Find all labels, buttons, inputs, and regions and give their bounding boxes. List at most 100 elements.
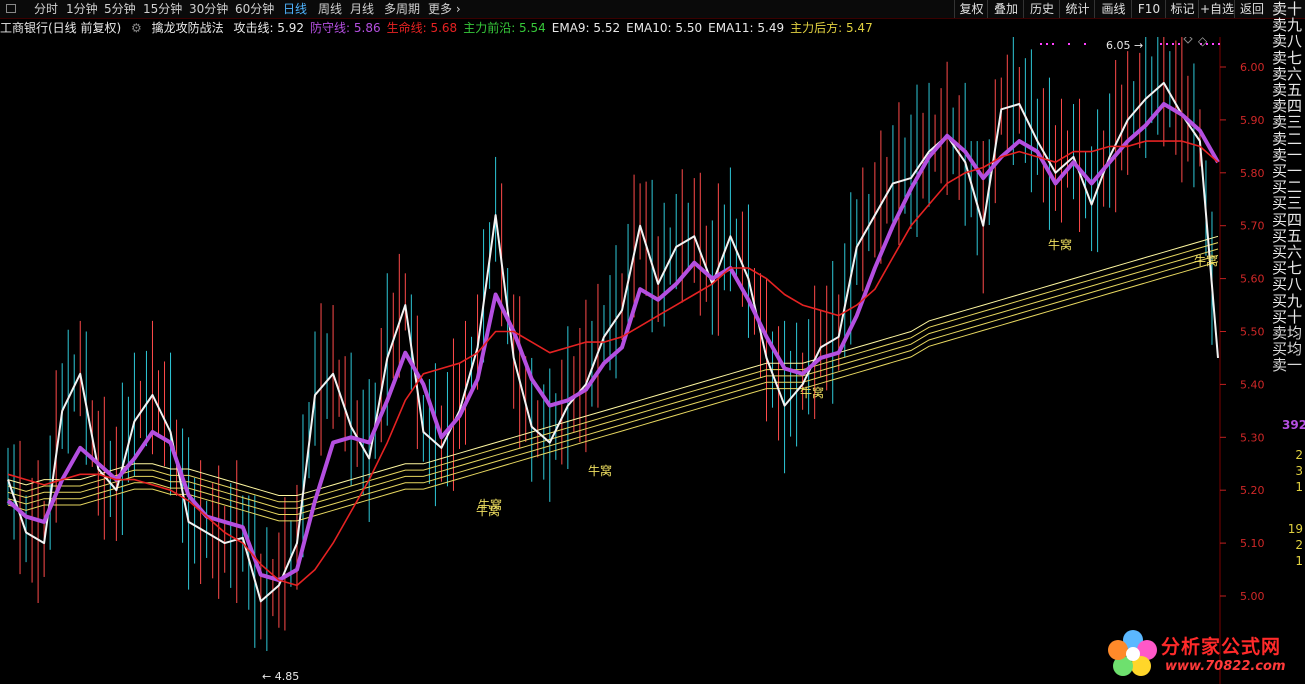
orderbook-row-label: 卖五 — [1272, 82, 1303, 98]
marker-dot — [1172, 43, 1174, 45]
orderbook-row-label: 买一 — [1272, 163, 1303, 179]
indicator-value: EMA11: 5.49 — [708, 21, 785, 35]
tab-timeframe[interactable]: 月线 — [350, 0, 374, 18]
orderbook-volume: 1 — [1295, 480, 1303, 494]
orderbook-row-label: 卖二 — [1272, 130, 1303, 147]
marker-dot — [1178, 43, 1180, 45]
indicator-settings-icon[interactable]: ⚙ — [131, 21, 142, 35]
series-line-1 — [6, 102, 1220, 583]
diamond-icon[interactable] — [1183, 37, 1193, 44]
orderbook-row-label: 买八 — [1272, 276, 1303, 293]
tab-timeframe[interactable]: 更多 › — [428, 0, 461, 18]
tab-timeframe[interactable]: 60分钟 — [235, 0, 274, 18]
orderbook-row-label: 卖四 — [1272, 98, 1303, 115]
tab-timeframe[interactable]: 分时 — [34, 0, 58, 18]
kline-chart[interactable]: 6.00 5.90 5.80 5.70 5.60 5.50 5.40 5.30 5.20 5.10… — [0, 37, 1270, 684]
marker-dot — [1084, 43, 1086, 45]
orderbook-value: 392 — [1282, 418, 1305, 432]
annotation-label: 牛窝 — [588, 463, 612, 478]
toolbar-button[interactable]: 历史 — [1023, 0, 1060, 18]
orderbook-volume: 3 — [1295, 464, 1303, 478]
orderbook-volume: 1 — [1295, 554, 1303, 568]
toolbar-button[interactable]: F10 — [1131, 0, 1166, 18]
toolbar-button[interactable]: 画线 — [1094, 0, 1132, 18]
indicator-value: EMA9: 5.52 — [551, 21, 621, 35]
tab-timeframe[interactable]: 30分钟 — [189, 0, 228, 18]
orderbook-row-label: 卖八 — [1272, 33, 1303, 50]
toolbar-button[interactable]: 返回 — [1234, 0, 1269, 18]
high-price-label: 6.05 → — [1106, 39, 1143, 52]
orderbook-row-label: 买十 — [1272, 308, 1303, 325]
marker-dot — [1212, 43, 1214, 45]
indicator-value: 主力前沿: 5.54 — [463, 21, 546, 35]
ribbon-line — [7, 235, 1219, 496]
price-tick-label: 5.50 — [1240, 326, 1265, 339]
orderbook-row-label: 买七 — [1272, 260, 1303, 277]
orderbook-row-label: 卖均 — [1272, 325, 1303, 341]
indicator-name[interactable]: 擒龙攻防战法 — [152, 21, 224, 35]
orderbook-volume: 2 — [1295, 538, 1303, 552]
orderbook-volume: 2 — [1295, 448, 1303, 462]
window-menu-icon[interactable] — [6, 4, 16, 13]
toolbar-button[interactable]: 标记 — [1165, 0, 1199, 18]
order-book-panel: 卖十 卖九 卖八 卖七 卖六 卖五 卖四 卖三 卖二 卖一 买一 买二 买三 买四 买五 买六 买七 买八 买九 买十… — [1270, 0, 1305, 684]
marker-dot — [1160, 43, 1162, 45]
flower-logo-icon — [1108, 630, 1157, 676]
indicator-value: 主力后方: 5.47 — [790, 21, 873, 35]
price-tick-label: 5.60 — [1240, 273, 1265, 286]
indicator-values: 攻击线: 5.92 防守线: 5.86 生命线: 5.68 主力前沿: 5.54 EMA… — [233, 21, 878, 35]
series-line-0 — [7, 81, 1219, 603]
toolbar-button[interactable]: +自选 — [1198, 0, 1235, 18]
price-tick-label: 5.10 — [1240, 537, 1265, 550]
close-panel-icon[interactable]: ◇ — [1198, 37, 1208, 48]
top-toolbar: 分时 1分钟 5分钟 15分钟 30分钟 60分钟 日线 周线 月线 多周期 更多 › 复权 叠加 历史… — [0, 0, 1305, 19]
annotation-label: 牛窝 — [478, 497, 502, 512]
low-price-label: ← 4.85 — [262, 670, 299, 683]
price-tick-label: 5.40 — [1240, 378, 1265, 391]
tab-timeframe[interactable]: 多周期 — [384, 0, 420, 18]
orderbook-row-label: 卖一 — [1272, 357, 1303, 374]
annotation-label: 牛窝 — [1194, 253, 1218, 268]
orderbook-row-label: 卖七 — [1272, 49, 1303, 66]
orderbook-row-label: 卖三 — [1272, 114, 1303, 131]
tab-timeframe[interactable]: 15分钟 — [143, 0, 182, 18]
price-tick-label: 5.70 — [1240, 220, 1265, 233]
tab-timeframe[interactable]: 5分钟 — [104, 0, 136, 18]
toolbar-button[interactable]: 复权 — [954, 0, 988, 18]
orderbook-volume: 19 — [1287, 522, 1303, 536]
indicator-value: 生命线: 5.68 — [386, 21, 458, 35]
site-watermark: 分析家公式网 www.70822.com — [1103, 624, 1303, 682]
orderbook-row-label: 卖九 — [1272, 17, 1303, 34]
price-tick-label: 5.80 — [1240, 167, 1265, 180]
tab-timeframe[interactable]: 1分钟 — [66, 0, 98, 18]
price-tick-label: 5.90 — [1240, 114, 1265, 127]
indicator-value: 攻击线: 5.92 — [233, 21, 305, 35]
toolbar-button[interactable]: 统计 — [1059, 0, 1095, 18]
orderbook-row-label: 买四 — [1272, 211, 1303, 228]
marker-dot — [1046, 43, 1048, 45]
tab-timeframe[interactable]: 日线 — [283, 0, 307, 18]
orderbook-row-label: 买五 — [1272, 227, 1303, 244]
marker-dot — [1218, 43, 1220, 45]
annotation-label: 牛窝 — [1048, 237, 1072, 252]
indicator-value: 防守线: 5.86 — [310, 21, 381, 35]
marker-dot — [1052, 43, 1054, 45]
marker-dot — [1040, 43, 1042, 45]
price-tick-label: 5.00 — [1240, 590, 1265, 603]
orderbook-row-label: 买九 — [1272, 292, 1303, 309]
annotation-label: 牛窝 — [800, 385, 824, 400]
toolbar-button[interactable]: 叠加 — [987, 0, 1024, 18]
orderbook-row-label: 卖一 — [1272, 146, 1303, 163]
orderbook-row-label: 卖六 — [1272, 65, 1303, 82]
stock-title: 工商银行(日线 前复权) — [0, 21, 122, 35]
price-tick-label: 6.00 — [1240, 61, 1265, 74]
price-tick-label: 5.20 — [1240, 484, 1265, 497]
orderbook-row-label: 买均 — [1272, 341, 1303, 358]
watermark-url: www.70822.com — [1165, 659, 1286, 674]
orderbook-row-label: 买三 — [1272, 195, 1303, 212]
watermark-title: 分析家公式网 — [1161, 636, 1282, 658]
tab-timeframe[interactable]: 周线 — [318, 0, 342, 18]
price-tick-label: 5.30 — [1240, 431, 1265, 444]
indicator-value: EMA10: 5.50 — [626, 21, 703, 35]
orderbook-row-label: 买六 — [1272, 244, 1303, 260]
